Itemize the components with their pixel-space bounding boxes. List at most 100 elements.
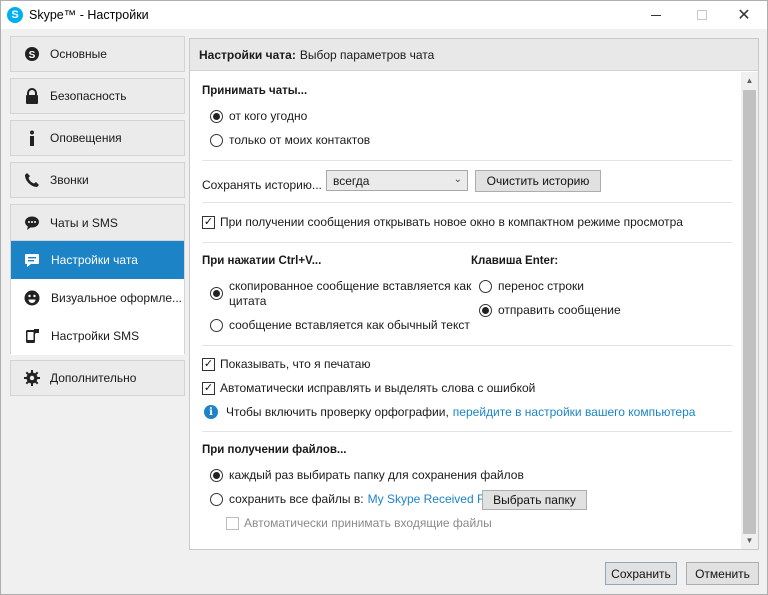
option-label: отправить сообщение — [498, 303, 621, 317]
close-button[interactable]: ✕ — [721, 1, 767, 29]
files-save-all-option[interactable]: сохранить все файлы в: My Skype Received… — [210, 492, 502, 506]
chevron-down-icon: ⌄ — [453, 174, 462, 185]
computer-settings-link[interactable]: перейдите в настройки вашего компьютера — [453, 405, 696, 419]
option-label: перенос строки — [498, 279, 584, 293]
sidebar-item-label: Основные — [50, 47, 107, 61]
title-bar: S Skype™ - Настройки ✕ — [1, 1, 767, 29]
minimize-button[interactable] — [633, 1, 679, 29]
radio-button[interactable] — [479, 303, 492, 317]
paste-plain-option[interactable]: сообщение вставляется как обычный текст — [210, 318, 470, 332]
scrollbar-thumb[interactable] — [743, 90, 756, 534]
sidebar-item-visual-style[interactable]: Визуальное оформле... — [11, 279, 184, 317]
maximize-button[interactable] — [679, 1, 725, 29]
maximize-icon — [697, 10, 707, 20]
close-icon: ✕ — [737, 7, 751, 24]
spellcheck-info-row: i Чтобы включить проверку орфографии, пе… — [204, 405, 695, 419]
minimize-icon — [651, 14, 661, 16]
smiley-icon — [23, 289, 41, 307]
info-text: Чтобы включить проверку орфографии, — [226, 405, 449, 419]
files-title: При получении файлов... — [202, 444, 347, 456]
sidebar-item-label: Дополнительно — [50, 371, 137, 385]
option-label: от кого угодно — [229, 109, 308, 123]
sidebar-item-advanced[interactable]: Дополнительно — [10, 360, 185, 396]
checkbox-checked[interactable]: ✓ — [202, 357, 215, 371]
compact-mode-checkbox-row[interactable]: ✓ При получении сообщения открывать ново… — [202, 215, 683, 229]
chats-sms-group: Чаты и SMS Настройки чата Визуальное офо… — [10, 204, 185, 355]
checkbox-checked[interactable]: ✓ — [202, 381, 215, 395]
scroll-up-icon[interactable]: ▲ — [741, 72, 758, 89]
chat-bubble-icon — [23, 251, 41, 269]
sidebar-item-sms-settings[interactable]: Настройки SMS — [11, 317, 184, 355]
sidebar-item-chats-sms[interactable]: Чаты и SMS — [11, 205, 184, 241]
sidebar-item-label: Настройки чата — [51, 253, 138, 267]
radio-button[interactable] — [210, 109, 223, 123]
svg-text:S: S — [29, 50, 36, 61]
radio-button[interactable] — [210, 287, 223, 300]
checkbox-unchecked[interactable] — [226, 516, 239, 530]
option-label: скопированное сообщение вставляется как — [229, 279, 472, 293]
history-select-value: всегда — [333, 173, 370, 188]
option-label: сохранить все файлы в: — [229, 492, 364, 506]
radio-button[interactable] — [210, 492, 223, 506]
sidebar-item-label: Звонки — [50, 173, 89, 187]
divider — [202, 431, 732, 432]
checkbox-label: При получении сообщения открывать новое … — [220, 215, 683, 229]
option-label: только от моих контактов — [229, 133, 371, 147]
sidebar-item-label: Безопасность — [50, 89, 127, 103]
phone-icon — [23, 171, 41, 189]
sidebar-item-label: Визуальное оформле... — [51, 291, 182, 305]
radio-button[interactable] — [210, 318, 223, 332]
files-ask-folder-option[interactable]: каждый раз выбирать папку для сохранения… — [210, 468, 524, 482]
divider — [202, 202, 732, 203]
history-select[interactable]: всегда ⌄ — [326, 170, 468, 191]
autocorrect-checkbox-row[interactable]: ✓ Автоматически исправлять и выделять сл… — [202, 381, 535, 395]
chat-icon — [23, 214, 41, 232]
settings-panel: Настройки чата: Выбор параметров чата Пр… — [189, 38, 759, 550]
option-label: каждый раз выбирать папку для сохранения… — [229, 468, 524, 482]
sidebar-item-label: Чаты и SMS — [50, 215, 118, 230]
enter-newline-option[interactable]: перенос строки — [479, 279, 584, 293]
lock-icon — [23, 87, 41, 105]
radio-button[interactable] — [210, 133, 223, 147]
sidebar-item-notifications[interactable]: Оповещения — [10, 120, 185, 156]
gear-icon — [23, 369, 41, 387]
sidebar-item-label: Настройки SMS — [51, 329, 140, 343]
vertical-scrollbar[interactable]: ▲ ▼ — [741, 72, 758, 549]
window-title: Skype™ - Настройки — [29, 8, 149, 22]
cancel-button[interactable]: Отменить — [686, 562, 759, 585]
skype-logo-icon: S — [7, 7, 23, 23]
accept-chats-title: Принимать чаты... — [202, 85, 308, 97]
sidebar-item-calls[interactable]: Звонки — [10, 162, 185, 198]
divider — [202, 160, 732, 161]
checkbox-checked[interactable]: ✓ — [202, 215, 215, 229]
sidebar-item-general[interactable]: S Основные — [10, 36, 185, 72]
panel-header-title: Настройки чата: — [199, 47, 296, 62]
info-icon — [23, 129, 41, 147]
sms-phone-icon — [23, 327, 41, 345]
sidebar-item-chat-settings[interactable]: Настройки чата — [11, 241, 184, 279]
paste-quote-option[interactable]: скопированное сообщение вставляется как … — [210, 279, 471, 309]
clear-history-button[interactable]: Очистить историю — [475, 170, 601, 192]
save-button[interactable]: Сохранить — [605, 562, 677, 585]
show-typing-checkbox-row[interactable]: ✓ Показывать, что я печатаю — [202, 357, 370, 371]
accept-contacts-option[interactable]: только от моих контактов — [210, 133, 370, 147]
info-circle-icon: i — [204, 405, 218, 419]
enter-send-option[interactable]: отправить сообщение — [479, 303, 621, 317]
panel-header: Настройки чата: Выбор параметров чата — [190, 39, 758, 71]
sidebar: S Основные Безопасность Оповещения Звонк… — [10, 36, 185, 398]
choose-folder-button[interactable]: Выбрать папку — [482, 490, 587, 510]
option-label-line2: цитата — [229, 294, 267, 308]
radio-button[interactable] — [479, 279, 492, 293]
scroll-down-icon[interactable]: ▼ — [741, 532, 758, 549]
sidebar-item-security[interactable]: Безопасность — [10, 78, 185, 114]
auto-accept-files-checkbox-row[interactable]: Автоматически принимать входящие файлы — [226, 516, 492, 530]
panel-header-subtitle: Выбор параметров чата — [299, 47, 435, 62]
settings-scroll-area: Принимать чаты... от кого угодно только … — [190, 72, 741, 549]
divider — [202, 345, 732, 346]
checkbox-label: Показывать, что я печатаю — [220, 357, 371, 371]
radio-button[interactable] — [210, 468, 223, 482]
checkbox-label: Автоматически исправлять и выделять слов… — [220, 381, 536, 395]
option-label: сообщение вставляется как обычный текст — [229, 318, 470, 332]
history-label: Сохранять историю... — [202, 177, 322, 192]
accept-anyone-option[interactable]: от кого угодно — [210, 109, 307, 123]
